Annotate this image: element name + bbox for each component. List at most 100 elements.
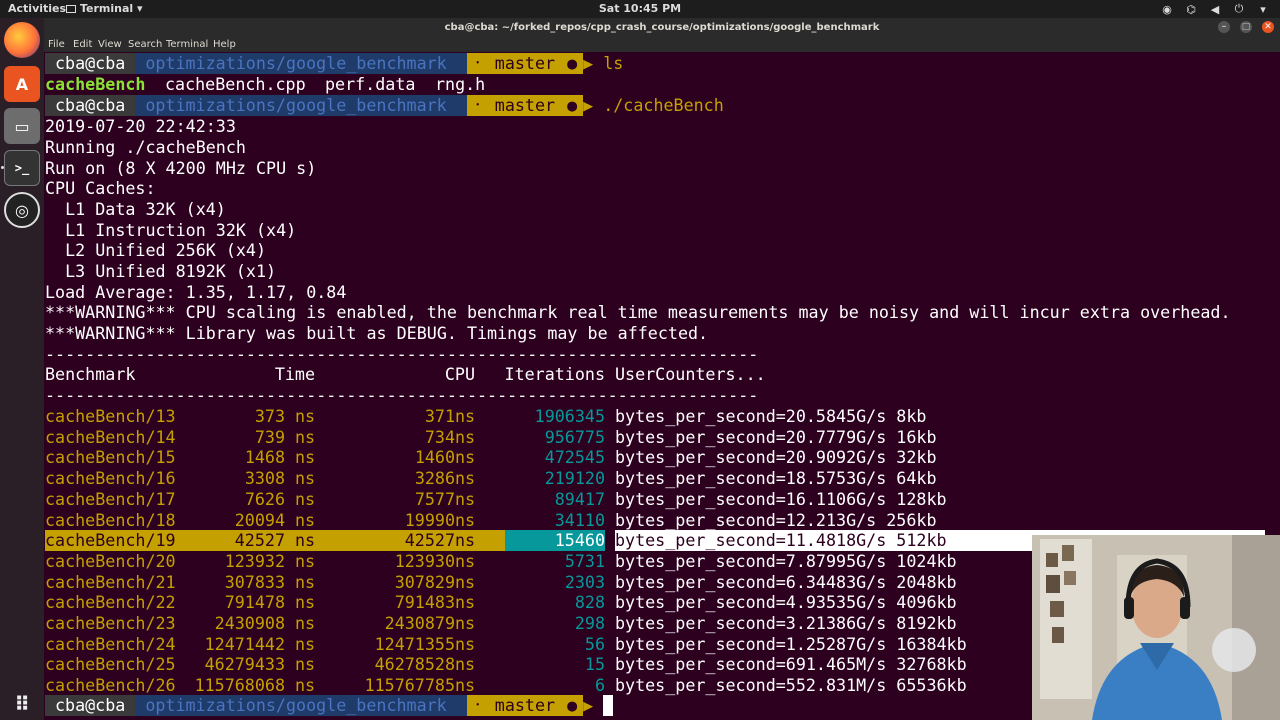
output-line: L3 Unified 8192K (x1)	[45, 261, 277, 281]
webcam-video	[1032, 535, 1280, 720]
time-unit: ns	[295, 592, 316, 613]
command-text: ls	[603, 53, 624, 73]
output-line: 2019-07-20 22:42:33	[45, 116, 236, 136]
firefox-icon[interactable]	[4, 22, 40, 58]
benchmark-name: cacheBench/19	[45, 530, 176, 551]
warning-line: ***WARNING*** CPU scaling is enabled, th…	[45, 302, 1231, 322]
cpu-value: 123930	[394, 550, 455, 571]
time-unit: ns	[295, 447, 316, 468]
user-counters: bytes_per_second=18.5753G/s 64kb	[615, 468, 937, 489]
col-time: Time	[274, 364, 315, 384]
iterations-value: 219120	[544, 468, 605, 489]
clock[interactable]: Sat 10:45 PM	[0, 2, 1280, 15]
time-unit: ns	[295, 488, 316, 509]
time-value: 42527	[234, 530, 285, 551]
dock: A ▭ >_ ◎ ⠿	[0, 18, 44, 720]
benchmark-name: cacheBench/26	[45, 675, 176, 696]
power-icon: ⏻	[1234, 2, 1244, 15]
cpu-unit: ns	[455, 592, 476, 613]
cpu-unit: ns	[455, 675, 476, 696]
time-value: 46279433	[204, 654, 285, 675]
iterations-value: 6	[594, 675, 605, 696]
time-value: 1468	[244, 447, 285, 468]
files-icon[interactable]: ▭	[4, 108, 40, 144]
table-row: cacheBench/14 739 ns 734 ns 956775 bytes_per_s…	[45, 427, 1265, 448]
menu-view[interactable]: View	[98, 39, 122, 50]
time-unit: ns	[295, 613, 316, 633]
col-benchmark: Benchmark	[45, 364, 136, 384]
prompt-separator	[446, 53, 467, 74]
git-status-icon: ●	[561, 95, 584, 116]
cpu-value: 12471355	[374, 633, 455, 654]
iterations-value: 89417	[554, 488, 605, 509]
table-row: cacheBench/18 20094 ns 19990 ns 34110 bytes_pe…	[45, 510, 1265, 531]
git-branch-icon: ᛫	[466, 695, 489, 716]
iterations-value: 956775	[544, 426, 605, 447]
screen-recorder-icon[interactable]: ◉	[1160, 3, 1174, 16]
prompt-branch: master	[488, 695, 562, 716]
iterations-value: 56	[584, 633, 605, 654]
iterations-value: 34110	[554, 509, 605, 530]
maximize-button[interactable]: □	[1240, 21, 1252, 33]
menu-file[interactable]: File	[48, 39, 65, 50]
command-text: ./cacheBench	[603, 95, 724, 115]
warning-line: ***WARNING*** Library was built as DEBUG…	[45, 323, 709, 343]
show-apps-icon[interactable]: ⠿	[4, 686, 40, 720]
menu-search[interactable]: Search	[128, 39, 162, 50]
benchmark-name: cacheBench/14	[45, 426, 176, 447]
software-center-icon[interactable]: A	[4, 66, 40, 102]
window-titlebar[interactable]: cba@cba: ~/forked_repos/cpp_crash_course…	[44, 18, 1280, 38]
window-title: cba@cba: ~/forked_repos/cpp_crash_course…	[444, 22, 880, 33]
iterations-value: 15460	[554, 530, 605, 551]
iterations-value: 828	[574, 592, 605, 613]
time-unit: ns	[295, 406, 316, 426]
time-value: 115768068	[194, 675, 285, 696]
prompt-separator	[446, 95, 467, 116]
output-line: L1 Data 32K (x4)	[45, 199, 226, 219]
time-unit: ns	[295, 530, 316, 551]
time-unit: ns	[295, 550, 316, 571]
cpu-value: 115767785	[364, 675, 455, 696]
prompt-dir: optimizations/google_benchmark	[135, 95, 447, 116]
user-counters: bytes_per_second=3.21386G/s 8192kb	[615, 613, 957, 633]
git-status-icon: ●	[561, 695, 584, 716]
git-branch-icon: ᛫	[466, 95, 489, 116]
cpu-unit: ns	[455, 426, 476, 447]
cpu-value: 3286	[414, 468, 455, 489]
prompt-separator	[446, 695, 467, 716]
time-value: 307833	[224, 571, 285, 592]
obs-icon[interactable]: ◎	[4, 192, 40, 228]
menu-edit[interactable]: Edit	[73, 39, 92, 50]
benchmark-name: cacheBench/16	[45, 468, 176, 489]
status-area[interactable]: ◉ ⌬ ◀ ⏻ ▾	[1160, 2, 1270, 16]
cpu-unit: ns	[455, 571, 476, 592]
user-counters: bytes_per_second=6.34483G/s 2048kb	[615, 571, 957, 592]
cpu-unit: ns	[455, 654, 476, 675]
git-status-icon: ●	[561, 53, 584, 74]
cpu-value: 791483	[394, 592, 455, 613]
time-unit: ns	[295, 654, 316, 675]
time-unit: ns	[295, 633, 316, 654]
table-row: cacheBench/13 373 ns 371 ns 1906345 bytes_per_…	[45, 406, 1265, 427]
output-line: L1 Instruction 32K (x4)	[45, 220, 297, 240]
prompt-user: cba@cba	[45, 53, 136, 74]
benchmark-name: cacheBench/15	[45, 447, 176, 468]
separator-line: ----------------------------------------…	[45, 344, 759, 364]
prompt-user: cba@cba	[45, 695, 136, 716]
benchmark-name: cacheBench/24	[45, 633, 176, 654]
time-value: 739	[254, 426, 285, 447]
ls-file: rng.h	[435, 74, 486, 94]
menu-bar: File Edit View Search Terminal Help	[44, 38, 1280, 52]
col-cpu: CPU	[444, 364, 475, 384]
menu-help[interactable]: Help	[213, 39, 236, 50]
output-line: Run on (8 X 4200 MHz CPU s)	[45, 158, 317, 178]
terminal-icon[interactable]: >_	[4, 150, 40, 186]
user-counters: bytes_per_second=11.4818G/s 512kb	[615, 530, 947, 551]
prompt-arrow: ▶	[583, 695, 604, 715]
minimize-button[interactable]: –	[1218, 21, 1230, 33]
ls-file: perf.data	[325, 74, 416, 94]
cpu-value: 307829	[394, 571, 455, 592]
time-value: 791478	[224, 592, 285, 613]
close-button[interactable]: ✕	[1262, 21, 1274, 33]
menu-terminal[interactable]: Terminal	[166, 39, 208, 50]
